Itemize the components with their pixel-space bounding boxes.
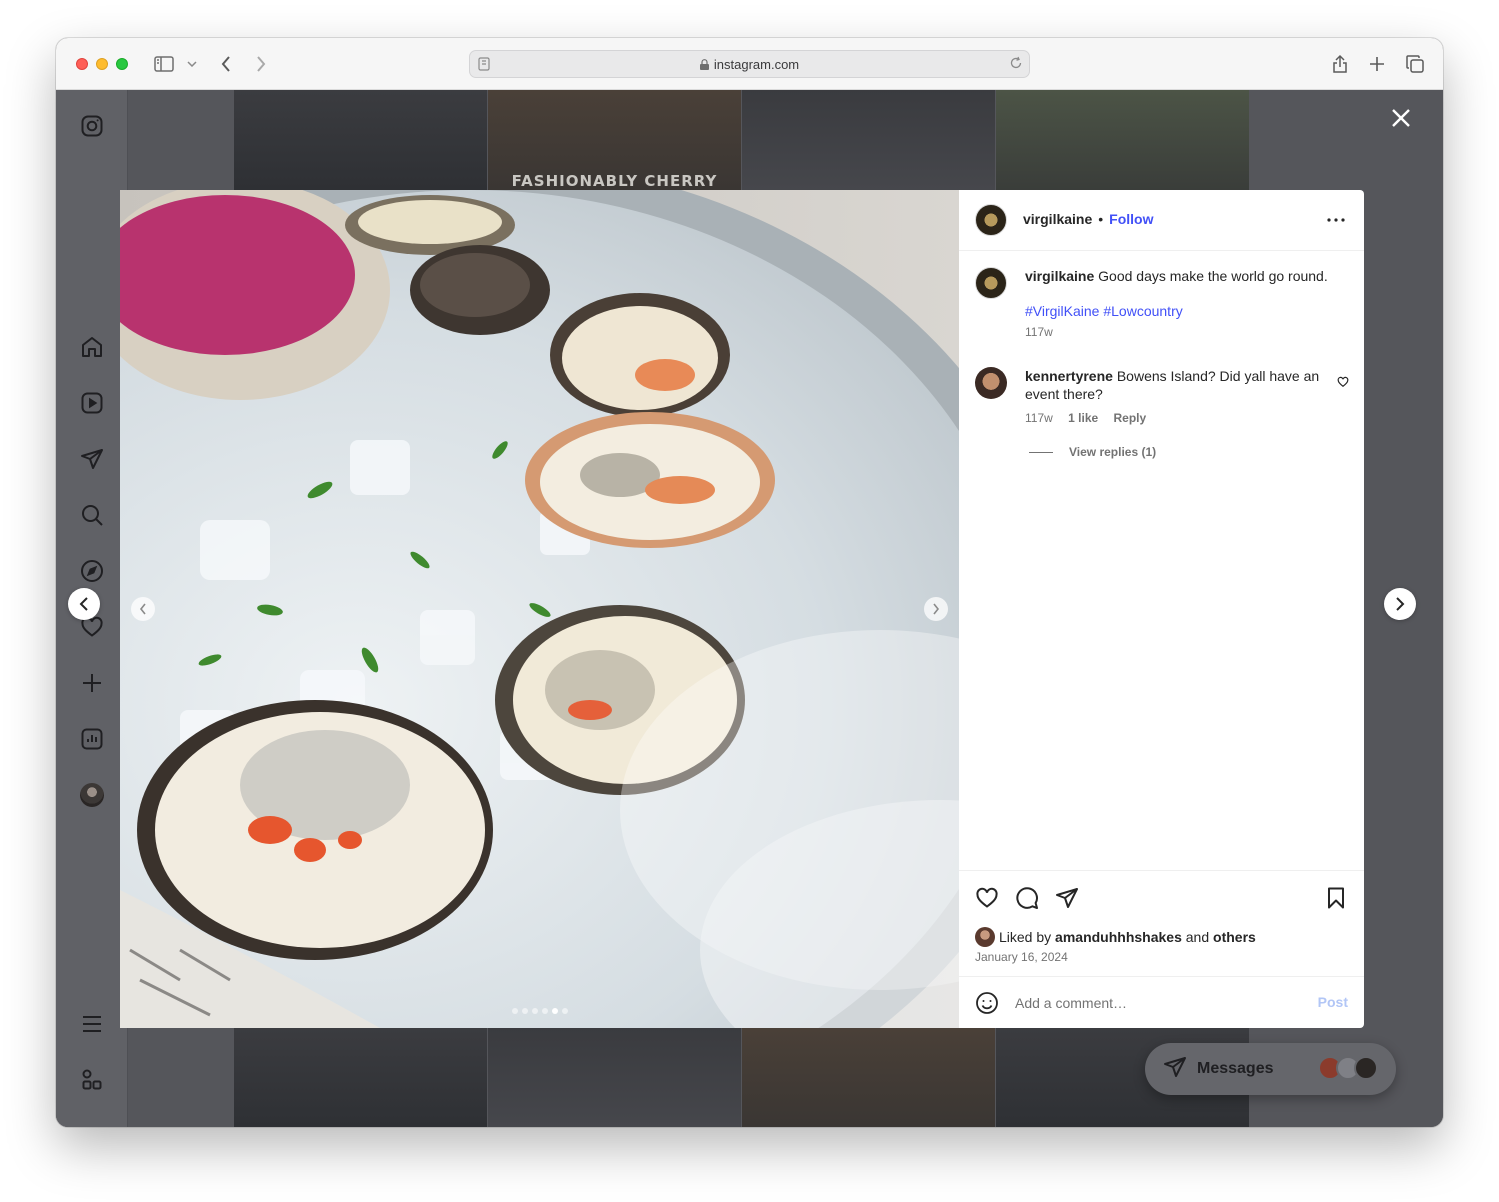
view-replies-button[interactable]: View replies (1): [1069, 445, 1156, 459]
comment-likes[interactable]: 1 like: [1068, 411, 1098, 425]
liked-by: Liked by amanduhhhshakes and others: [975, 927, 1256, 947]
carousel-dot: [542, 1008, 548, 1014]
replies-divider: [1029, 451, 1053, 453]
commenter-avatar[interactable]: [975, 367, 1007, 399]
previous-post-button[interactable]: [68, 588, 100, 620]
direct-send-icon[interactable]: [80, 447, 104, 471]
post-comment-button[interactable]: Post: [1318, 994, 1348, 1010]
carousel-dot: [522, 1008, 528, 1014]
share-icon[interactable]: [1328, 52, 1352, 76]
grid-tile[interactable]: [742, 90, 995, 190]
explore-icon[interactable]: [80, 559, 104, 583]
liker-avatar[interactable]: [975, 927, 995, 947]
post-photo[interactable]: [120, 190, 959, 1028]
instagram-page: FASHIONABLY CHERRY virgilkaine • Follow …: [56, 90, 1443, 1127]
back-icon[interactable]: [214, 52, 238, 76]
grid-tile[interactable]: FASHIONABLY CHERRY: [488, 90, 741, 190]
post-actions: Liked by amanduhhhshakes and others Janu…: [959, 870, 1364, 976]
browser-toolbar: instagram.com: [56, 38, 1443, 90]
grid-tile[interactable]: [234, 1028, 487, 1127]
add-comment-bar: Post: [959, 976, 1364, 1028]
like-heart-icon[interactable]: [975, 886, 999, 910]
profile-grid-bottom: [234, 1028, 1249, 1127]
post-header: virgilkaine • Follow: [959, 190, 1364, 251]
chevron-down-icon[interactable]: [182, 52, 202, 76]
liker-username[interactable]: amanduhhhshakes: [1055, 929, 1182, 945]
caption-age: 117w: [1025, 325, 1053, 339]
share-send-icon[interactable]: [1055, 886, 1079, 910]
header-separator: •: [1098, 211, 1104, 227]
close-modal-icon[interactable]: [1389, 106, 1413, 130]
carousel-dot: [552, 1008, 558, 1014]
emoji-icon[interactable]: [975, 991, 999, 1015]
create-plus-icon[interactable]: [80, 671, 104, 695]
photo-previous-button[interactable]: [131, 597, 155, 621]
sidebar-toggle-icon[interactable]: [152, 52, 176, 76]
carousel-dot: [532, 1008, 538, 1014]
likers-others[interactable]: others: [1213, 929, 1256, 945]
comment-age: 117w: [1025, 411, 1053, 425]
carousel-dot: [512, 1008, 518, 1014]
author-avatar[interactable]: [975, 204, 1007, 236]
address-bar[interactable]: instagram.com: [469, 50, 1030, 78]
messages-label: Messages: [1197, 1060, 1274, 1077]
home-icon[interactable]: [80, 335, 104, 359]
messages-avatars: [1318, 1056, 1378, 1080]
reload-icon[interactable]: [1009, 56, 1023, 75]
reels-icon[interactable]: [80, 391, 104, 415]
carousel-dot: [562, 1008, 568, 1014]
oysters-on-ice-image: [120, 190, 959, 1028]
zoom-window-button[interactable]: [116, 58, 128, 70]
caption-avatar[interactable]: [975, 267, 1007, 299]
carousel-indicator: [512, 1008, 568, 1014]
more-apps-icon[interactable]: [80, 1068, 104, 1092]
add-comment-input[interactable]: [1015, 992, 1295, 1014]
next-post-button[interactable]: [1384, 588, 1416, 620]
close-window-button[interactable]: [76, 58, 88, 70]
post-modal: virgilkaine • Follow virgilkaine Good da…: [120, 190, 1364, 1028]
new-tab-icon[interactable]: [1365, 52, 1389, 76]
follow-button[interactable]: Follow: [1109, 211, 1153, 227]
profile-avatar[interactable]: [80, 783, 104, 807]
post-date[interactable]: January 16, 2024: [975, 950, 1068, 964]
grid-tile[interactable]: [488, 1028, 741, 1127]
url-text: instagram.com: [713, 57, 800, 72]
minimize-window-button[interactable]: [96, 58, 108, 70]
caption-text: Good days make the world go round.: [1098, 268, 1328, 284]
grid-tile-caption: FASHIONABLY CHERRY: [511, 172, 718, 190]
caption-hashtags[interactable]: #VirgilKaine #Lowcountry: [1025, 303, 1345, 319]
commenter-username[interactable]: kennertyrene: [1025, 368, 1113, 384]
insights-icon[interactable]: [80, 727, 104, 751]
message-avatar: [1354, 1056, 1378, 1080]
author-username[interactable]: virgilkaine: [1023, 211, 1092, 227]
forward-icon[interactable]: [249, 52, 273, 76]
grid-tile[interactable]: [742, 1028, 995, 1127]
messages-button[interactable]: Messages: [1145, 1043, 1396, 1095]
browser-window: instagram.com FASHIONABLY CHERRY virgilk…: [56, 38, 1443, 1127]
menu-icon[interactable]: [80, 1012, 104, 1036]
comment-bubble-icon[interactable]: [1015, 886, 1039, 910]
more-options-icon[interactable]: [1324, 208, 1348, 232]
profile-grid-top: FASHIONABLY CHERRY: [234, 90, 1249, 190]
grid-tile[interactable]: [996, 90, 1249, 190]
photo-next-button[interactable]: [924, 597, 948, 621]
lock-icon: [699, 58, 709, 73]
instagram-logo-icon[interactable]: [80, 114, 104, 138]
reply-button[interactable]: Reply: [1114, 411, 1147, 425]
tab-overview-icon[interactable]: [1403, 52, 1427, 76]
post-details-panel: virgilkaine • Follow virgilkaine Good da…: [959, 190, 1364, 1028]
comment-like-heart-icon[interactable]: [1337, 375, 1349, 388]
messages-send-icon: [1163, 1055, 1187, 1084]
search-icon[interactable]: [80, 503, 104, 527]
caption-username[interactable]: virgilkaine: [1025, 268, 1094, 284]
save-bookmark-icon[interactable]: [1324, 886, 1348, 910]
grid-tile[interactable]: [234, 90, 487, 190]
